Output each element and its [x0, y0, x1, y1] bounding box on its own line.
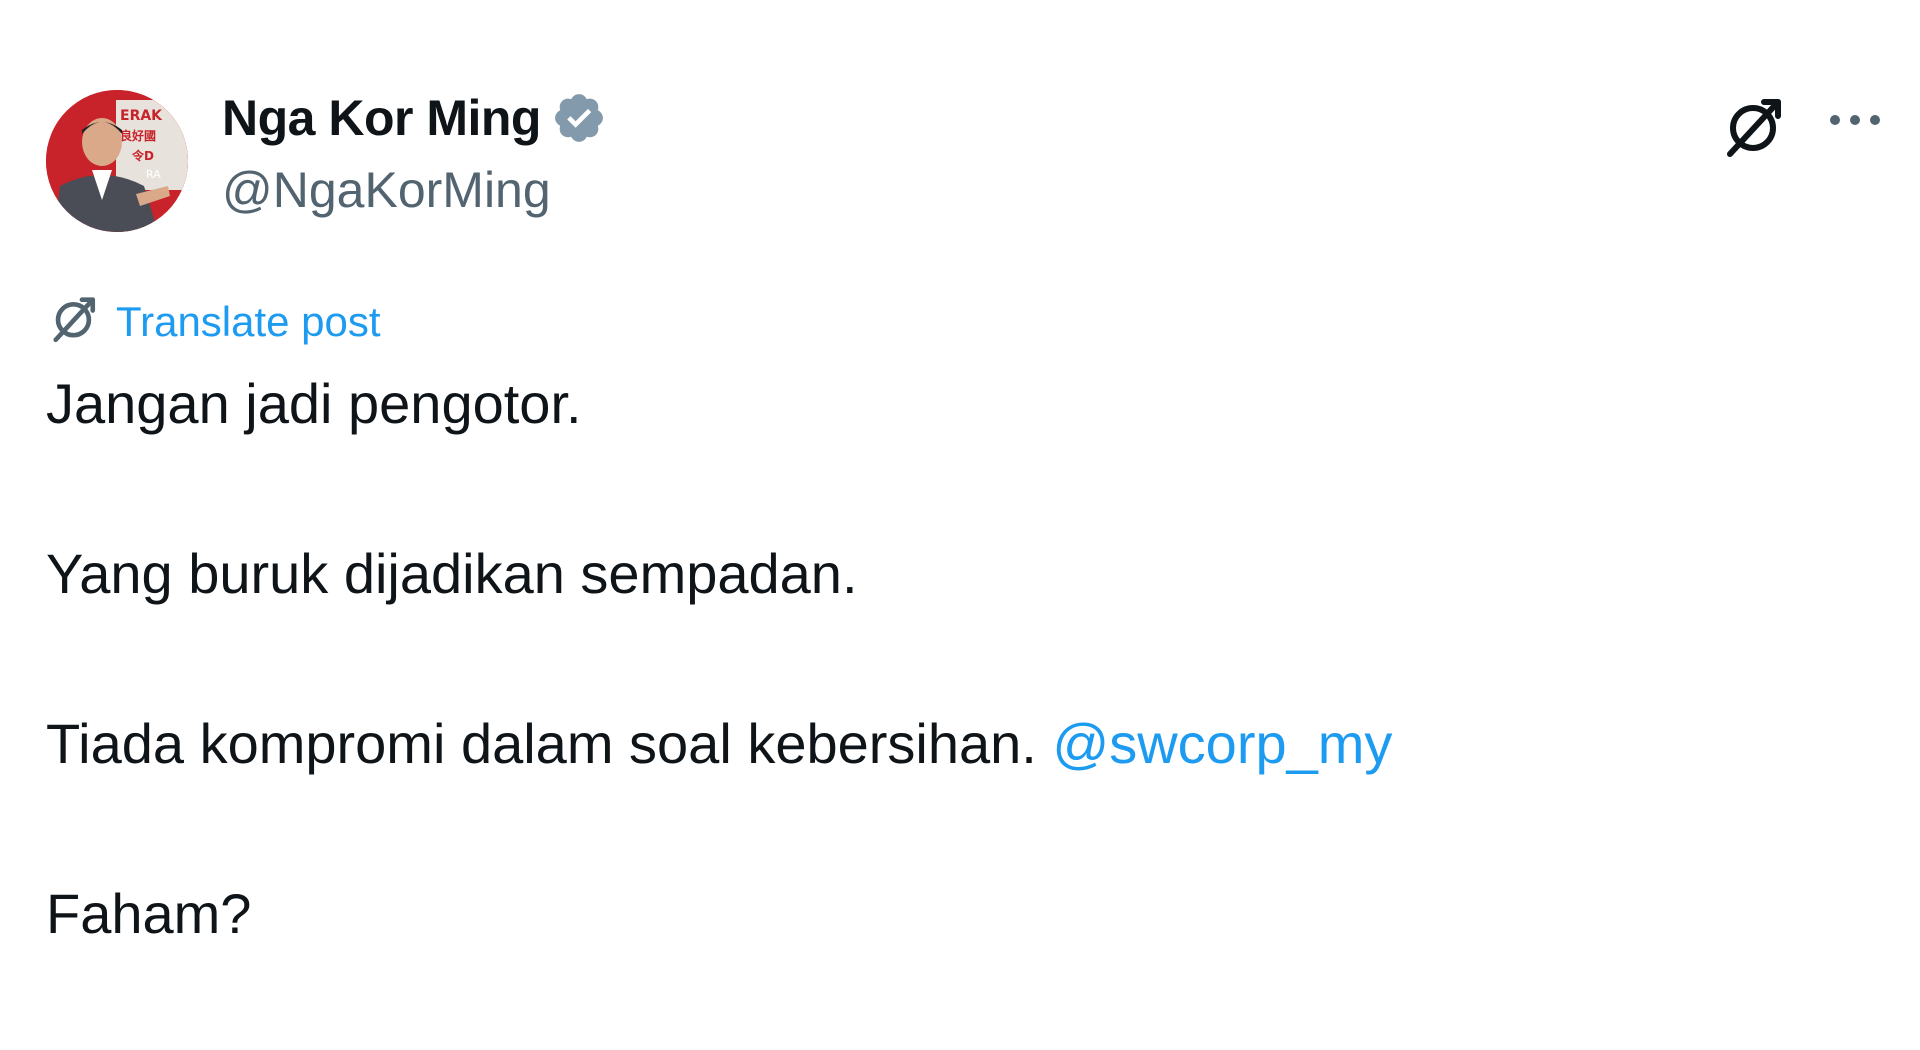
translate-icon[interactable] [1720, 92, 1790, 162]
more-options-button[interactable] [1820, 100, 1890, 140]
display-name[interactable]: Nga Kor Ming [222, 88, 541, 148]
mention-link[interactable]: @swcorp_my [1052, 712, 1392, 775]
translate-icon [48, 292, 102, 351]
avatar[interactable]: ERAK 良好國 令D RA [46, 90, 188, 232]
verified-badge-icon [551, 90, 607, 146]
tweet-line-1: Jangan jadi pengotor. [46, 372, 582, 435]
avatar-sign-text-4: RA [146, 168, 161, 181]
author-name-row[interactable]: Nga Kor Ming [222, 88, 607, 148]
author-handle[interactable]: @NgaKorMing [222, 160, 551, 220]
avatar-sign-text-1: ERAK [120, 108, 163, 124]
more-dots-icon [1830, 115, 1880, 125]
avatar-image: ERAK 良好國 令D RA [46, 90, 188, 232]
avatar-sign-text-2: 良好國 [120, 128, 156, 143]
translate-post-link[interactable]: Translate post [48, 292, 381, 351]
tweet-line-3-text: Tiada kompromi dalam soal kebersihan. [46, 712, 1053, 775]
tweet-line-4: Faham? [46, 882, 252, 945]
tweet-line-2: Yang buruk dijadikan sempadan. [46, 542, 858, 605]
avatar-sign-text-3: 令D [131, 148, 154, 163]
tweet-text: Jangan jadi pengotor. Yang buruk dijadik… [46, 370, 1846, 1050]
tweet-line-3: Tiada kompromi dalam soal kebersihan. @s… [46, 710, 1846, 778]
translate-post-label[interactable]: Translate post [116, 294, 381, 350]
